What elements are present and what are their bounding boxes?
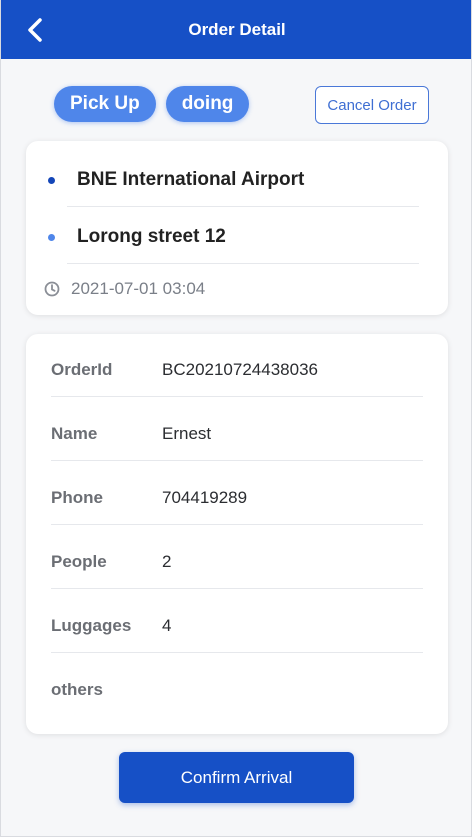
dropoff-dot-icon xyxy=(48,233,55,241)
info-row-phone: Phone 704419289 xyxy=(51,466,423,530)
cancel-order-button[interactable]: Cancel Order xyxy=(315,86,429,124)
confirm-arrival-button[interactable]: Confirm Arrival xyxy=(119,752,354,803)
info-row-orderid: OrderId BC20210724438036 xyxy=(51,338,423,402)
pickup-row: BNE International Airport xyxy=(26,152,448,208)
order-info-card: OrderId BC20210724438036 Name Ernest Pho… xyxy=(26,334,448,734)
pickup-time-row: 2021-07-01 03:04 xyxy=(43,277,205,301)
info-label: Phone xyxy=(51,488,103,507)
info-row-luggages: Luggages 4 xyxy=(51,594,423,658)
status-chips: Pick Up doing xyxy=(54,86,250,122)
pickup-location: BNE International Airport xyxy=(77,169,305,190)
info-value: Ernest xyxy=(162,424,212,443)
info-value: 2 xyxy=(162,552,172,571)
info-value: BC20210724438036 xyxy=(162,360,318,379)
info-label: People xyxy=(51,552,107,571)
route-card: BNE International Airport Lorong street … xyxy=(26,141,448,315)
info-label: Luggages xyxy=(51,616,132,635)
dropoff-location: Lorong street 12 xyxy=(77,226,226,247)
route-divider xyxy=(67,206,419,207)
pickup-datetime: 2021-07-01 03:04 xyxy=(71,279,206,298)
clock-icon xyxy=(44,281,60,297)
info-row-name: Name Ernest xyxy=(51,402,423,466)
chevron-left-icon xyxy=(28,18,42,42)
row-divider xyxy=(51,524,423,525)
header-bar: Order Detail xyxy=(1,0,471,59)
order-status-badge: doing xyxy=(165,86,250,122)
info-label: others xyxy=(51,680,103,699)
back-button[interactable] xyxy=(19,14,51,46)
dropoff-row: Lorong street 12 xyxy=(26,209,448,265)
row-divider xyxy=(51,588,423,589)
info-row-people: People 2 xyxy=(51,530,423,594)
route-divider xyxy=(67,263,419,264)
page-title: Order Detail xyxy=(188,19,286,39)
info-label: OrderId xyxy=(51,360,113,379)
pickup-dot-icon xyxy=(48,176,55,184)
row-divider xyxy=(51,652,423,653)
row-divider xyxy=(51,460,423,461)
info-value: 704419289 xyxy=(162,488,248,507)
row-divider xyxy=(51,396,423,397)
info-row-others: others xyxy=(51,658,423,722)
info-value: 4 xyxy=(162,616,172,635)
info-label: Name xyxy=(51,424,98,443)
order-type-badge: Pick Up xyxy=(54,86,156,122)
order-detail-page: Order Detail Pick Up doing Cancel Order … xyxy=(0,0,472,837)
